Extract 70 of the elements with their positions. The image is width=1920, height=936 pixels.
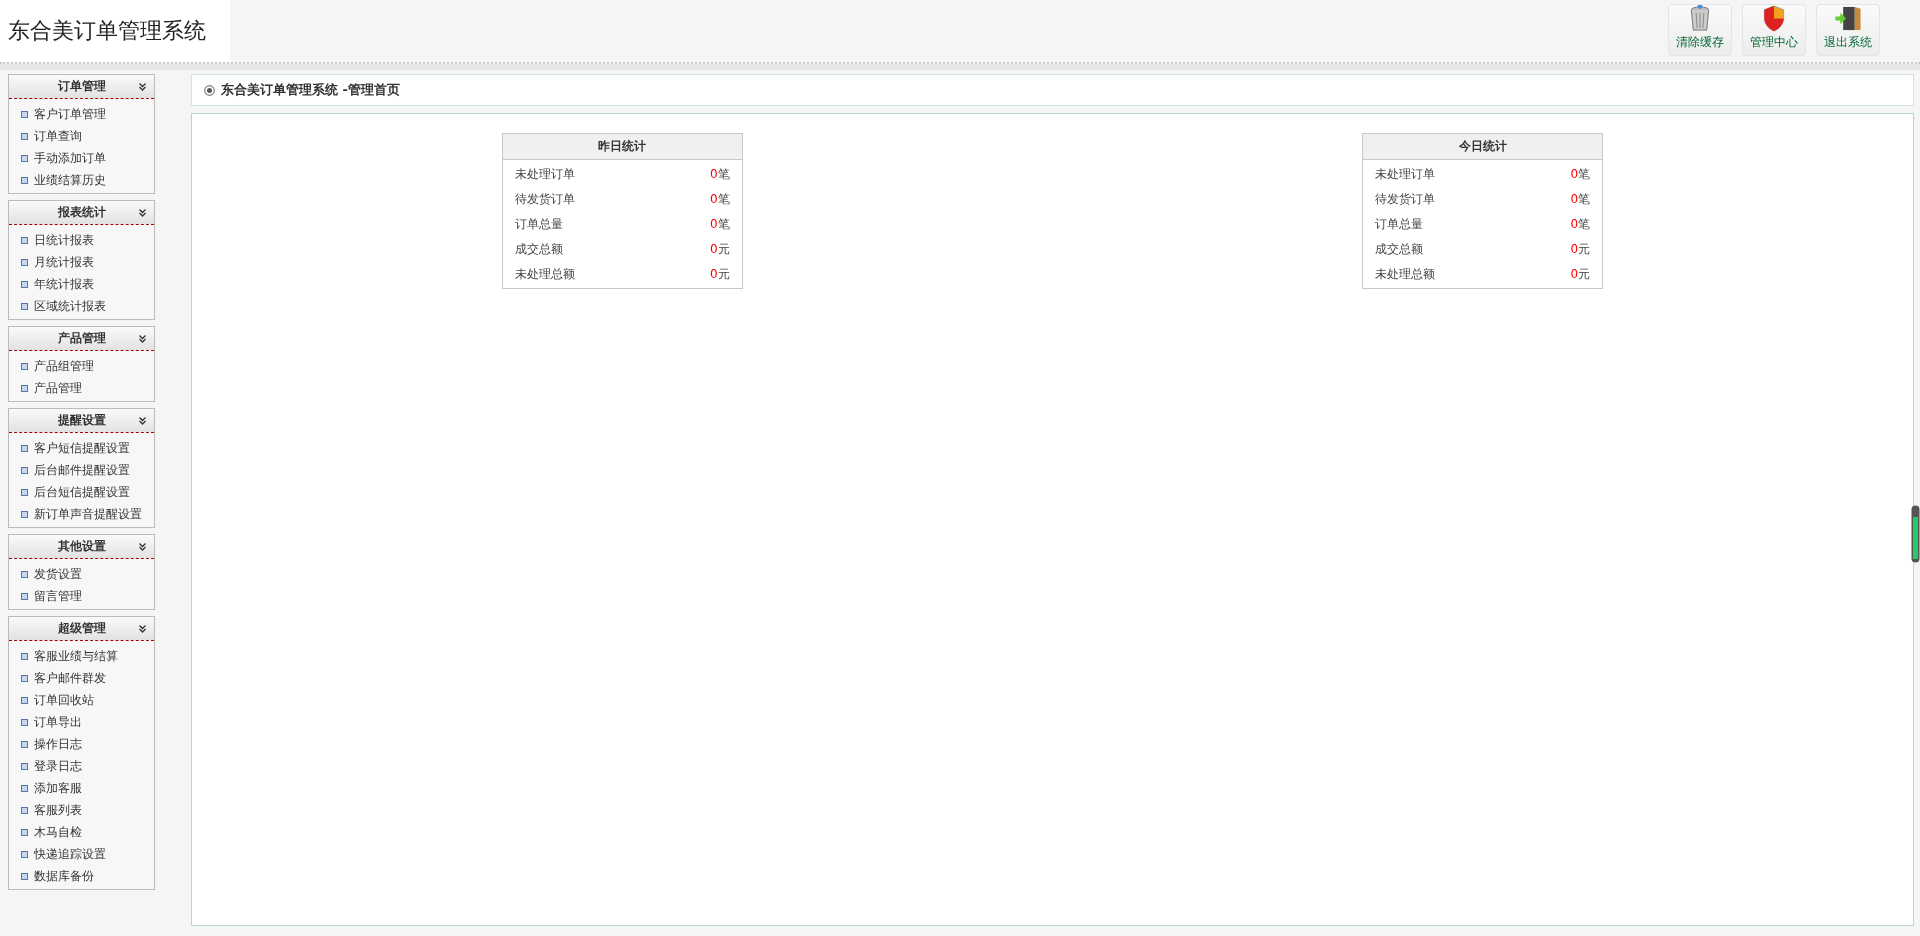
chevron-down-icon [139, 543, 146, 551]
stat-value: 0笔 [1570, 166, 1591, 183]
radio-dot-icon [204, 84, 215, 96]
shield-icon [1762, 5, 1786, 32]
menu-item[interactable]: 年统计报表 [9, 273, 154, 295]
chevron-down-icon [139, 209, 146, 217]
menu-item[interactable]: 新订单声音提醒设置 [9, 503, 154, 525]
table-header: 昨日统计 [502, 134, 742, 160]
stat-value: 0元 [710, 266, 730, 283]
stat-label: 成交总额 [1375, 241, 1424, 258]
toolbar-button[interactable]: 退出系统 [1816, 4, 1880, 56]
menu-item[interactable]: 后台短信提醒设置 [9, 481, 154, 503]
menu-title: 超级管理 [57, 620, 106, 637]
menu-item[interactable]: 客户短信提醒设置 [9, 437, 154, 459]
toolbar-button[interactable]: 管理中心 [1742, 4, 1806, 56]
stat-value: 0笔 [1570, 191, 1591, 208]
menu-item[interactable]: 数据库备份 [9, 865, 154, 887]
menu-item[interactable]: 手动添加订单 [9, 147, 154, 169]
toolbar-button[interactable]: 清除缓存 [1668, 4, 1732, 56]
menu-item[interactable]: 区域统计报表 [9, 295, 154, 317]
app-title: 东合美订单管理系统 [0, 0, 230, 62]
menu-item[interactable]: 快递追踪设置 [9, 843, 154, 865]
stat-label: 成交总额 [514, 241, 563, 258]
menu-item[interactable]: 订单回收站 [9, 689, 154, 711]
menu-title: 产品管理 [57, 330, 106, 347]
stat-value: 0元 [1570, 266, 1591, 283]
menu-item[interactable]: 订单查询 [9, 125, 154, 147]
stat-label: 未处理订单 [1375, 166, 1436, 183]
menu-item[interactable]: 登录日志 [9, 755, 154, 777]
stat-label: 待发货订单 [514, 191, 575, 208]
chevron-down-icon [139, 625, 146, 633]
menu-item[interactable]: 客户邮件群发 [9, 667, 154, 689]
stat-label: 订单总量 [1375, 216, 1424, 233]
stat-label: 订单总量 [514, 216, 563, 233]
menu-title: 提醒设置 [57, 412, 106, 429]
breadcrumb-text: 东合美订单管理系统 -管理首页 [221, 81, 400, 99]
chevron-down-icon [139, 335, 146, 343]
menu-title: 订单管理 [57, 78, 106, 95]
menu-item[interactable]: 后台邮件提醒设置 [9, 459, 154, 481]
menu-item[interactable]: 客服列表 [9, 799, 154, 821]
stat-label: 待发货订单 [1375, 191, 1436, 208]
menu-item[interactable]: 留言管理 [9, 585, 154, 607]
stat-label: 未处理总额 [1375, 266, 1436, 283]
table-header: 今日统计 [1363, 134, 1603, 160]
stat-value: 0笔 [710, 191, 730, 208]
stat-label: 未处理订单 [514, 166, 575, 183]
menu-item[interactable]: 添加客服 [9, 777, 154, 799]
stat-value: 0笔 [1570, 216, 1591, 233]
menu-item[interactable]: 日统计报表 [9, 229, 154, 251]
door-exit-icon [1833, 5, 1863, 32]
menu-title: 其他设置 [57, 538, 106, 555]
stat-value: 0元 [710, 241, 730, 258]
menu-item[interactable]: 产品管理 [9, 377, 154, 399]
chevron-down-icon [139, 83, 146, 91]
chevron-down-icon [139, 417, 146, 425]
stat-label: 未处理总额 [514, 266, 575, 283]
menu-item[interactable]: 木马自检 [9, 821, 154, 843]
menu-item[interactable]: 发货设置 [9, 563, 154, 585]
menu-item[interactable]: 产品组管理 [9, 355, 154, 377]
menu-item[interactable]: 客户订单管理 [9, 103, 154, 125]
menu-item[interactable]: 客服业绩与结算 [9, 645, 154, 667]
menu-item[interactable]: 业绩结算历史 [9, 169, 154, 191]
scroll-handle-icon[interactable] [1911, 505, 1920, 563]
stat-value: 0元 [1570, 241, 1591, 258]
menu-item[interactable]: 订单导出 [9, 711, 154, 733]
menu-title: 报表统计 [57, 204, 106, 221]
stat-value: 0笔 [710, 216, 730, 233]
menu-item[interactable]: 月统计报表 [9, 251, 154, 273]
menu-item[interactable]: 操作日志 [9, 733, 154, 755]
stat-value: 0笔 [710, 166, 730, 183]
